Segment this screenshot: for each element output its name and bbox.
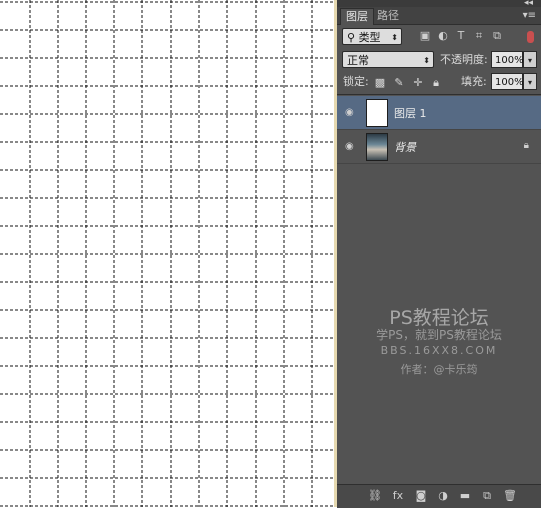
new-group-icon[interactable]: ▬ <box>458 489 472 503</box>
fill-input[interactable]: 100% <box>491 73 524 90</box>
opacity-label: 不透明度: <box>440 53 488 66</box>
add-mask-icon[interactable]: ◙ <box>414 489 428 503</box>
layer-style-fx-icon[interactable]: fx <box>391 489 405 503</box>
filter-row: ⚲ 类型 ⬍ ▣ ◐ T ⌗ ⧉ <box>337 25 541 49</box>
panel-menu-icon[interactable]: ▾≡ <box>523 10 536 21</box>
tab-layers[interactable]: 图层 <box>340 8 374 25</box>
image-filter-icon[interactable]: ▣ <box>419 30 431 42</box>
lock-paint-icon[interactable]: ✎ <box>393 77 405 89</box>
layer-lock-icon: 🔒︎ <box>523 140 529 151</box>
search-icon: ⚲ <box>347 31 359 44</box>
layer-thumbnail <box>366 133 388 161</box>
layer-thumbnail <box>366 99 388 127</box>
panel-header-strip: ◂◂ <box>337 0 541 8</box>
dashed-grid <box>0 0 334 507</box>
filter-toggle[interactable] <box>527 31 534 43</box>
new-layer-icon[interactable]: ⧉ <box>480 489 494 503</box>
link-layers-icon[interactable]: ⛓ <box>368 489 382 503</box>
layer-list: ◉ 图层 1 ◉ 背景 🔒︎ PS教程论坛 学PS，就到PS教程论坛 BBS.1… <box>337 94 541 485</box>
filter-kind-dropdown[interactable]: ⚲ 类型 ⬍ <box>342 28 402 45</box>
layers-panel: ◂◂ 图层 路径 ▾≡ ⚲ 类型 ⬍ ▣ ◐ T ⌗ ⧉ 正常 ⬍ 不透明度: … <box>337 0 541 508</box>
dropdown-arrow-icon: ⬍ <box>391 33 398 42</box>
fill-slider-button[interactable]: ▾ <box>523 73 537 90</box>
document-canvas[interactable] <box>0 0 337 507</box>
filter-kind-label: 类型 <box>358 31 381 44</box>
visibility-eye-icon[interactable]: ◉ <box>345 108 355 118</box>
dropdown-arrow-icon: ⬍ <box>423 56 430 65</box>
adjustment-filter-icon[interactable]: ◐ <box>437 30 449 42</box>
opacity-input[interactable]: 100% <box>491 51 524 68</box>
delete-layer-icon[interactable]: 🗑︎ <box>503 489 517 503</box>
watermark-author: 作者：@卡乐筠 <box>400 363 478 376</box>
lock-position-icon[interactable]: ✛ <box>412 77 424 89</box>
layer-name: 图层 1 <box>394 107 427 120</box>
lock-transparent-icon[interactable]: ▩ <box>374 77 386 89</box>
watermark-url: BBS.16XX8.COM <box>380 344 498 357</box>
shape-filter-icon[interactable]: ⌗ <box>473 30 485 42</box>
lock-all-icon[interactable]: 🔒︎ <box>430 77 442 89</box>
lock-label: 锁定: <box>343 75 369 88</box>
blend-row: 正常 ⬍ 不透明度: 100% ▾ <box>337 49 541 73</box>
blend-mode-value: 正常 <box>347 54 369 67</box>
fill-label: 填充: <box>461 75 487 88</box>
blend-mode-dropdown[interactable]: 正常 ⬍ <box>342 51 434 68</box>
layers-bottom-toolbar: ⛓ fx ◙ ◑ ▬ ⧉ 🗑︎ <box>337 484 541 508</box>
type-filter-icon[interactable]: T <box>455 30 467 42</box>
watermark-subtitle: 学PS，就到PS教程论坛 <box>376 328 502 342</box>
visibility-eye-icon[interactable]: ◉ <box>345 142 355 152</box>
smart-object-filter-icon[interactable]: ⧉ <box>491 30 503 42</box>
layer-row-layer-1[interactable]: ◉ 图层 1 <box>337 96 541 130</box>
opacity-slider-button[interactable]: ▾ <box>523 51 537 68</box>
layer-row-background[interactable]: ◉ 背景 🔒︎ <box>337 130 541 164</box>
tab-paths[interactable]: 路径 <box>372 8 404 24</box>
new-adjustment-layer-icon[interactable]: ◑ <box>436 489 450 503</box>
layer-name: 背景 <box>394 141 416 154</box>
panel-tabbar: 图层 路径 ▾≡ <box>337 7 541 25</box>
